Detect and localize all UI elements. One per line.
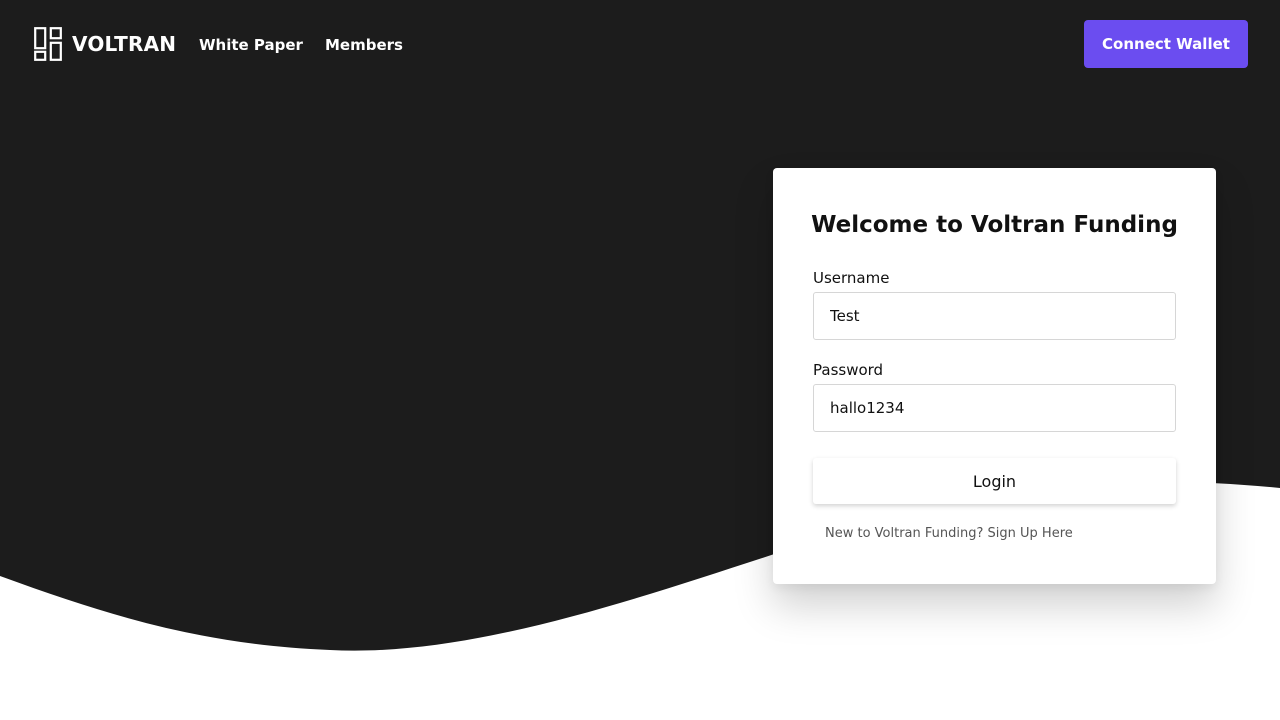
password-input[interactable] [813, 384, 1176, 432]
connect-wallet-button[interactable]: Connect Wallet [1084, 20, 1248, 68]
username-label: Username [813, 269, 890, 287]
login-button[interactable]: Login [813, 458, 1176, 504]
top-navbar: VOLTRAN White Paper Members Connect Wall… [0, 0, 1280, 92]
signup-link[interactable]: New to Voltran Funding? Sign Up Here [825, 525, 1073, 543]
page: VOLTRAN White Paper Members Connect Wall… [0, 0, 1280, 720]
login-card-title: Welcome to Voltran Funding [811, 212, 1178, 238]
nav-link-white-paper[interactable]: White Paper [199, 35, 303, 55]
brand-name: VOLTRAN [72, 32, 177, 56]
login-card: Welcome to Voltran Funding Username Pass… [773, 168, 1216, 584]
dashboard-grid-icon [34, 27, 62, 61]
username-input[interactable] [813, 292, 1176, 340]
brand-logo-link[interactable]: VOLTRAN [34, 27, 176, 61]
nav-link-members[interactable]: Members [325, 35, 403, 55]
password-label: Password [813, 361, 884, 379]
